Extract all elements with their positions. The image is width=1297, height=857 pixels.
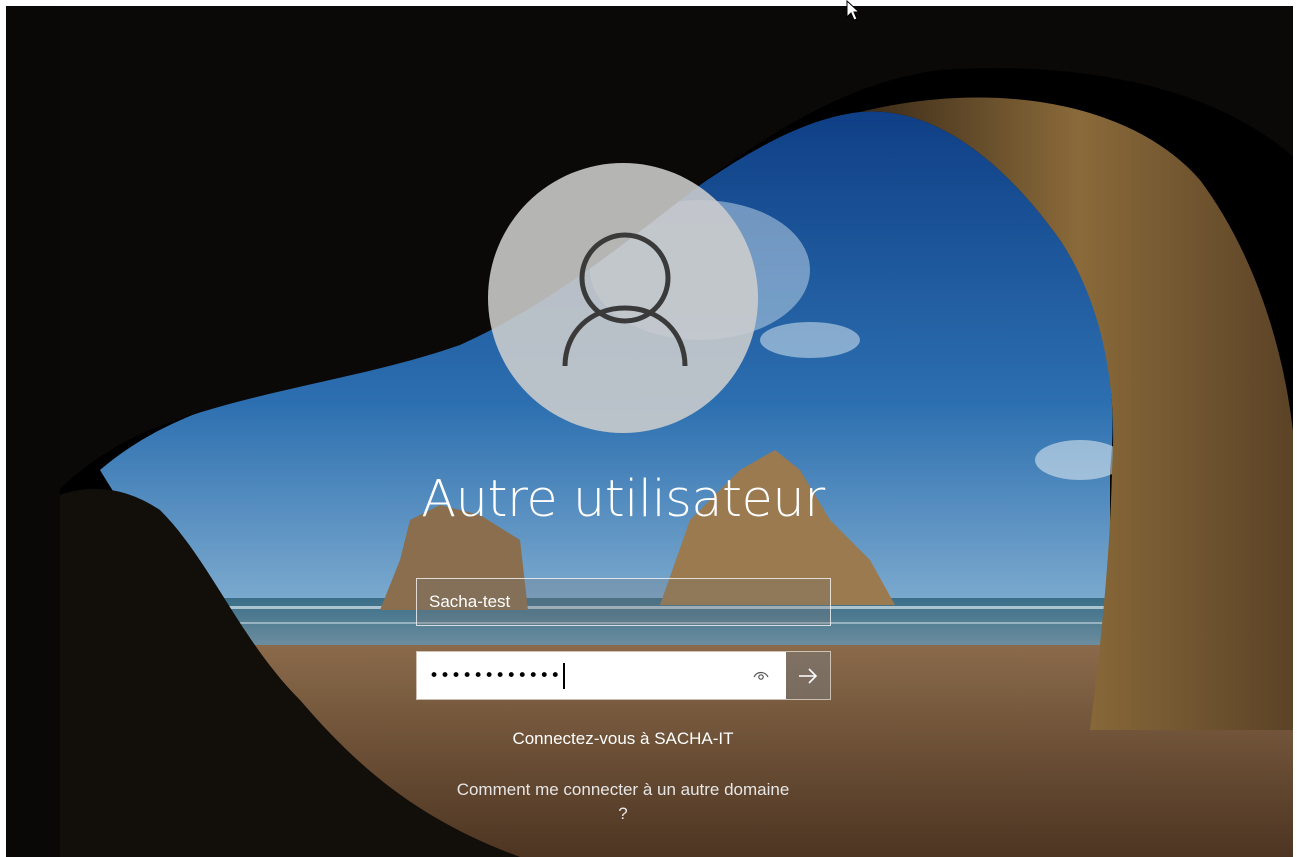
arrow-right-icon xyxy=(799,667,818,684)
window-frame-top xyxy=(0,0,1297,6)
username-field[interactable] xyxy=(416,578,831,626)
sign-in-domain-text: Connectez-vous à SACHA-IT xyxy=(512,729,734,748)
password-field[interactable]: •••••••••••• xyxy=(417,652,786,699)
other-domain-link[interactable]: Comment me connecter à un autre domaine … xyxy=(450,778,796,826)
submit-button[interactable] xyxy=(786,652,830,699)
mouse-pointer-icon xyxy=(846,0,862,26)
user-silhouette-icon xyxy=(562,232,688,367)
password-row: •••••••••••• xyxy=(416,651,831,700)
text-caret xyxy=(563,662,566,689)
user-title: Autre utilisateur xyxy=(421,470,825,529)
password-dots: •••••••••••• xyxy=(429,665,562,686)
eye-icon[interactable] xyxy=(752,666,770,684)
window-frame-right xyxy=(1293,0,1297,857)
user-avatar xyxy=(488,163,758,433)
